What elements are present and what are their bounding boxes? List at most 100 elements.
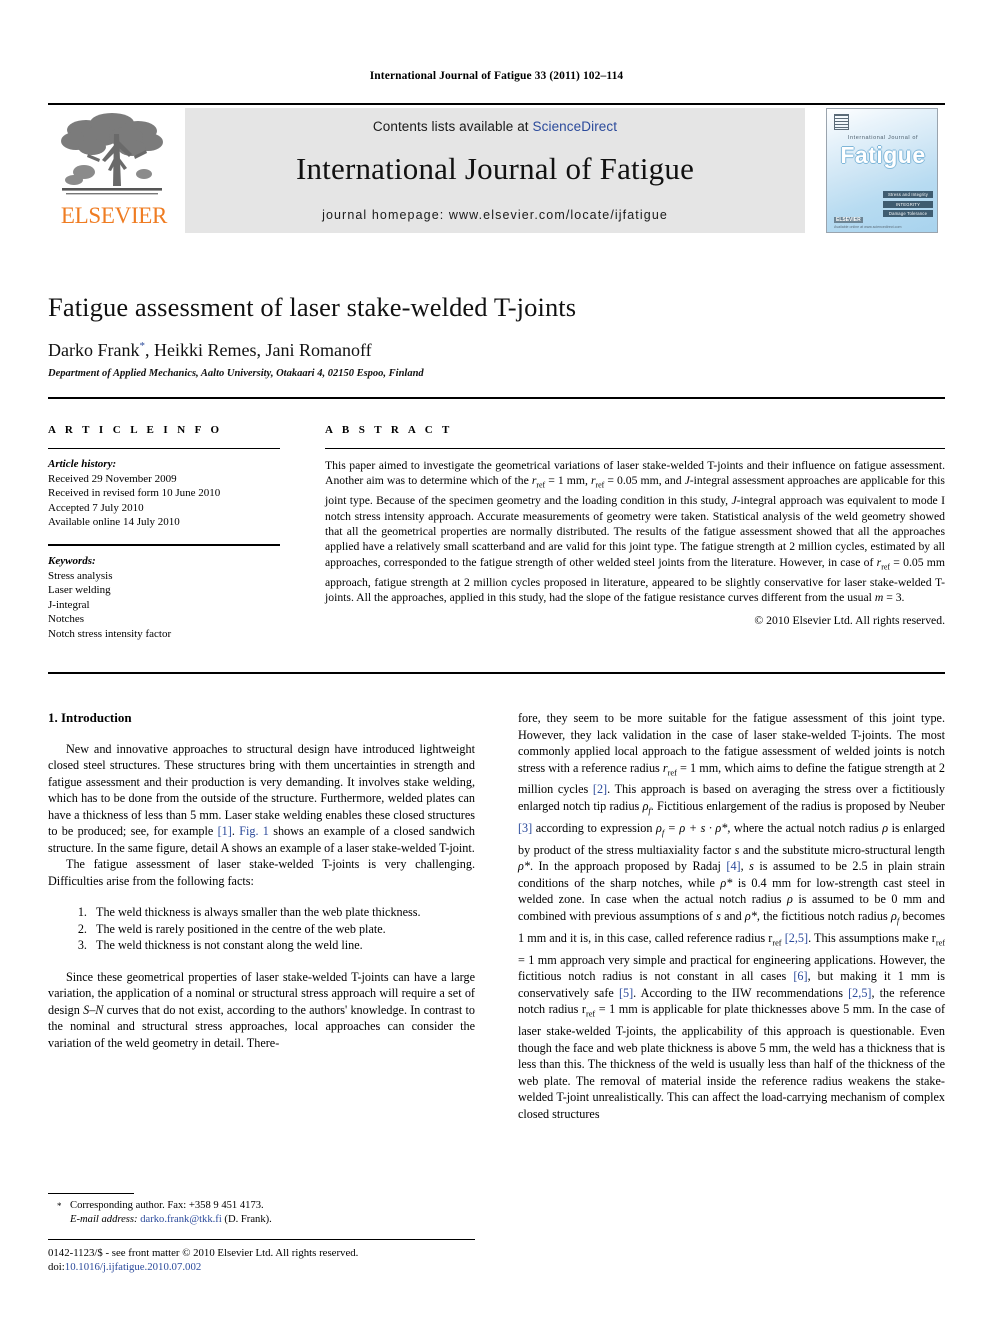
- abstract-heading: A B S T R A C T: [325, 424, 453, 436]
- keyword-item: Notches: [48, 613, 85, 626]
- running-head: International Journal of Fatigue 33 (201…: [369, 70, 624, 82]
- cover-bar: Stress and Integrity: [883, 191, 933, 198]
- abstract-copyright: © 2010 Elsevier Ltd. All rights reserved…: [754, 614, 945, 628]
- list-item: The weld thickness is always smaller tha…: [90, 904, 475, 921]
- paper-page: International Journal of Fatigue 33 (201…: [0, 0, 992, 1323]
- masthead-center-panel: Contents lists available at ScienceDirec…: [185, 108, 805, 233]
- affiliation: Department of Applied Mechanics, Aalto U…: [48, 368, 424, 379]
- paragraph-part: according to expression: [532, 820, 656, 835]
- cover-bar-list: Stress and Integrity INTEGRITY Damage To…: [883, 191, 933, 220]
- keywords-label: Keywords:: [48, 554, 96, 567]
- abstract-symbol: m: [874, 590, 884, 604]
- keywords-divider: [48, 543, 280, 546]
- cover-subtitle: International Journal of: [847, 135, 919, 141]
- abstract-bottom-rule: [48, 672, 945, 674]
- info-section-top-rule: [48, 397, 945, 399]
- symbol: ρ*: [744, 908, 757, 923]
- article-info-block: A R T I C L E I N F O Article history: R…: [48, 424, 280, 642]
- paragraph: fore, they seem to be more suitable for …: [518, 710, 945, 1122]
- paragraph-part: , the fictitious notch radius: [756, 908, 891, 923]
- abstract-subscript: ref: [595, 480, 605, 490]
- masthead-top-rule: [48, 103, 945, 105]
- body-column-right: fore, they seem to be more suitable for …: [518, 710, 945, 1122]
- author-first: Darko Frank: [48, 340, 140, 360]
- imprint-doi: doi:10.1016/j.ijfatigue.2010.07.002: [48, 1260, 508, 1274]
- elsevier-wordmark: ELSEVIER: [60, 203, 168, 228]
- cover-bar: INTEGRITY: [883, 200, 933, 208]
- email-label: E-mail address:: [70, 1213, 138, 1225]
- imprint-rule: [48, 1239, 475, 1240]
- journal-title: International Journal of Fatigue: [295, 151, 695, 186]
- abstract-part: = 0.05 mm, and: [604, 474, 685, 488]
- symbol: ρ*: [720, 875, 733, 890]
- paragraph-part: . According to the IIW recommendations: [633, 985, 849, 1000]
- citation-link[interactable]: [1]: [218, 824, 232, 838]
- cover-title: Fatigue: [840, 142, 926, 168]
- article-info-divider: [48, 448, 280, 449]
- article-history-item: Received in revised form 10 June 2010: [48, 487, 221, 500]
- abstract-text: This paper aimed to investigate the geom…: [325, 458, 945, 605]
- sciencedirect-link[interactable]: ScienceDirect: [533, 119, 618, 134]
- footnote-rule: [48, 1193, 134, 1194]
- abstract-part: = 3.: [883, 590, 905, 604]
- list-item: The weld is rarely positioned in the cen…: [90, 921, 475, 938]
- footnote-email-line: E-mail address: darko.frank@tkk.fi (D. F…: [48, 1213, 475, 1227]
- paragraph-part: and: [720, 908, 745, 923]
- paragraph-part: . This assumptions make r: [808, 930, 936, 945]
- email-link[interactable]: darko.frank@tkk.fi: [140, 1214, 222, 1225]
- citation-link[interactable]: [4]: [726, 859, 740, 873]
- footnote-line: Corresponding author. Fax: +358 9 451 41…: [70, 1200, 264, 1211]
- article-history-item: Received 29 November 2009: [48, 472, 177, 485]
- keyword-item: Stress analysis: [48, 569, 113, 582]
- citation-link[interactable]: [5]: [619, 986, 633, 1000]
- abstract-part: = 1 mm,: [545, 474, 591, 488]
- abstract-subscript: ref: [536, 480, 546, 490]
- elsevier-tree-icon: [61, 113, 163, 195]
- section-heading-introduction: 1. Introduction: [48, 710, 132, 725]
- figure-link[interactable]: Fig. 1: [239, 824, 269, 838]
- paragraph: New and innovative approaches to structu…: [48, 741, 475, 857]
- contents-available-line: Contents lists available at ScienceDirec…: [373, 119, 617, 134]
- symbol: ρ*: [518, 859, 530, 874]
- abstract-subscript: ref: [881, 562, 891, 572]
- cover-publisher-icon: [834, 114, 849, 130]
- author-list: Darko Frank*, Heikki Remes, Jani Romanof…: [48, 340, 808, 361]
- body-column-left: 1. Introduction New and innovative appro…: [48, 710, 475, 1051]
- author-rest: , Heikki Remes, Jani Romanoff: [144, 340, 372, 360]
- paragraph-part: ,: [740, 859, 750, 874]
- keyword-item: Notch stress intensity factor: [48, 627, 172, 640]
- citation-link[interactable]: [2,5]: [785, 931, 808, 945]
- footnote-marker: *: [57, 1201, 62, 1211]
- cover-bar: Damage Tolerance: [883, 210, 933, 217]
- elsevier-logo: ELSEVIER: [48, 108, 179, 233]
- list-item: The weld thickness is not constant along…: [90, 937, 475, 954]
- keyword-item: Laser welding: [48, 584, 111, 597]
- abstract-divider: [325, 448, 945, 449]
- subscript: ref: [935, 938, 946, 948]
- paragraph-part: , where the actual notch radius: [727, 820, 883, 835]
- citation-link[interactable]: [2,5]: [848, 986, 871, 1000]
- paragraph-part: and the substitute micro-structural leng…: [739, 842, 945, 857]
- citation-link[interactable]: [2]: [593, 782, 607, 796]
- journal-cover-thumbnail: International Journal of Fatigue Stress …: [826, 108, 938, 233]
- journal-homepage-link[interactable]: journal homepage: www.elsevier.com/locat…: [185, 208, 805, 222]
- paragraph-part: . Fictitious enlargement of the radius i…: [650, 798, 945, 813]
- journal-masthead: ELSEVIER Contents lists available at Sci…: [48, 108, 945, 233]
- paragraph-part: . In the approach proposed by Radaj: [529, 859, 727, 874]
- cover-foot-text: Available online at www.sciencedirect.co…: [834, 225, 902, 229]
- doi-label: doi:: [48, 1261, 65, 1274]
- imprint-block: 0142-1123/$ - see front matter © 2010 El…: [48, 1246, 508, 1274]
- contents-prefix: Contents lists available at: [372, 119, 533, 134]
- imprint-front-matter: 0142-1123/$ - see front matter © 2010 El…: [48, 1247, 359, 1259]
- doi-link[interactable]: 10.1016/j.ijfatigue.2010.07.002: [65, 1261, 201, 1273]
- abstract-block: A B S T R A C T This paper aimed to inve…: [325, 424, 945, 627]
- article-history-label: Article history:: [48, 458, 117, 470]
- citation-link[interactable]: [6]: [793, 969, 807, 983]
- difficulties-list: The weld thickness is always smaller tha…: [48, 904, 475, 954]
- sn-curve-symbol: S–N: [83, 1002, 104, 1017]
- article-info-heading: A R T I C L E I N F O: [48, 424, 223, 436]
- formula: = ρ + s · ρ*: [664, 820, 728, 835]
- citation-link[interactable]: [3]: [518, 821, 532, 835]
- paragraph-part: = 1 mm is applicable for plate thickness…: [518, 1002, 946, 1121]
